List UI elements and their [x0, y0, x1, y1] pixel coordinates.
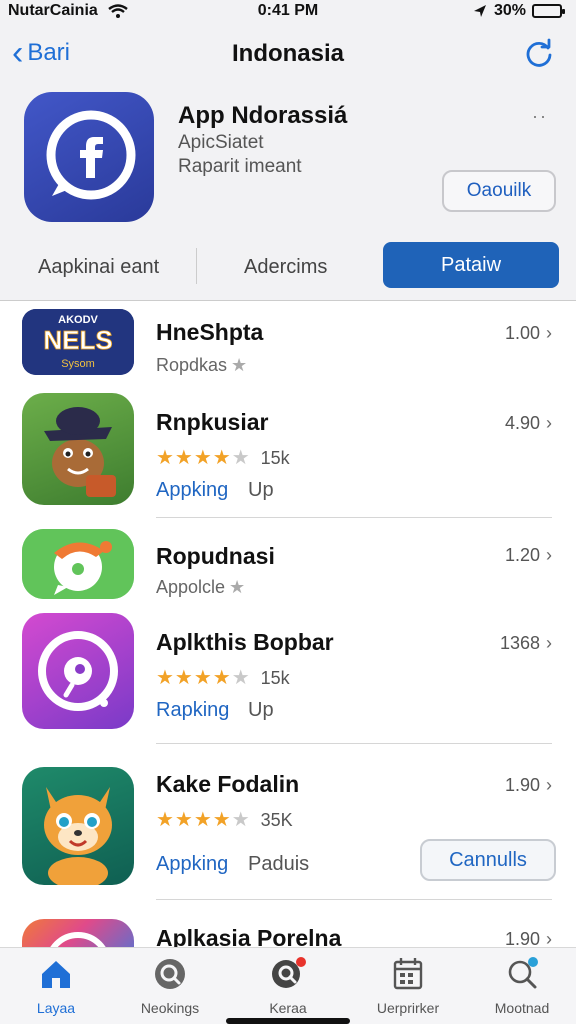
fox-game-icon	[22, 767, 134, 885]
star-empty-icon: ★	[231, 447, 251, 469]
chevron-right-icon: ›	[546, 775, 552, 795]
open-button[interactable]: Oaouilk	[442, 170, 556, 212]
star-icon: ★★★★	[156, 809, 232, 831]
app-list: AKODV NELS Sysom HneShpta Ropdkas ★ 1.00 ›…	[0, 301, 576, 947]
icon-text-main: NELS	[43, 325, 112, 355]
icon-text-bottom: Sysom	[61, 358, 95, 370]
list-item[interactable]: Rnpkusiar ★★★★★ 15k Appking Up 4.90 ›	[0, 389, 576, 519]
tab-home[interactable]: Layaa	[6, 954, 106, 1020]
app-version: 4.90 ›	[504, 413, 552, 433]
tab-rankings[interactable]: Neokings	[120, 954, 220, 1020]
location-icon	[473, 5, 486, 17]
app-header: App Ndorassiá ApicSiatet Raparit imeant …	[0, 86, 576, 300]
segment-details[interactable]: Aapkinai eant	[38, 256, 159, 279]
star-icon: ★	[229, 577, 246, 597]
navigation-bar: ‹ Bari Indonasia	[0, 22, 576, 86]
tab-bar: Layaa Neokings Keraa Uerprirker Mootnad	[0, 947, 576, 1024]
row-divider	[156, 517, 552, 518]
carrier-name: NutarCainia	[8, 2, 98, 19]
chevron-right-icon: ›	[546, 929, 552, 947]
battery-percent: 30%	[493, 2, 526, 19]
app-name: Ropudnasi	[156, 543, 275, 569]
app-version: 1.90 ›	[504, 929, 552, 947]
tab-more[interactable]: Mootnad	[472, 954, 572, 1020]
rating-stars: ★★★★★ 15k	[156, 667, 290, 689]
action-secondary[interactable]: Up	[248, 699, 274, 722]
segment-reviews[interactable]: Adercims	[244, 256, 327, 279]
more-options-icon[interactable]: ··	[532, 106, 548, 127]
list-item[interactable]: Ropudnasi Appolcle ★ 1.20 ›	[0, 525, 576, 605]
star-empty-icon: ★	[231, 809, 251, 831]
chevron-left-icon: ‹	[12, 34, 24, 72]
star-icon: ★★★★	[156, 447, 232, 469]
magnifier-icon	[508, 957, 538, 989]
row-divider	[156, 743, 552, 744]
segment-related[interactable]: Pataiw	[383, 242, 559, 288]
page-title: Indonasia	[231, 40, 345, 67]
news-app-icon: AKODV NELS Sysom	[22, 309, 134, 375]
app-name: Aplkasia Porelna	[156, 925, 342, 947]
browser-app-icon	[22, 919, 134, 947]
star-icon: ★	[231, 355, 248, 375]
app-version: 1368 ›	[499, 633, 552, 653]
tab-updates[interactable]: Uerprirker	[358, 954, 458, 1020]
search-app-icon	[155, 959, 185, 989]
chevron-right-icon: ›	[546, 633, 552, 653]
app-subtitle: Appolcle ★	[156, 577, 246, 597]
action-link[interactable]: Appking	[156, 853, 228, 876]
action-link[interactable]: Rapking	[156, 699, 229, 722]
calendar-icon	[393, 958, 423, 990]
tab-label: Neokings	[140, 1000, 200, 1016]
chevron-right-icon: ›	[546, 323, 552, 343]
tab-label: Layaa	[36, 1000, 76, 1016]
app-name: Rnpkusiar	[156, 409, 269, 435]
app-name: HneShpta	[156, 319, 264, 345]
home-indicator	[226, 1018, 350, 1024]
home-icon	[42, 961, 70, 988]
back-label: Bari	[27, 39, 71, 66]
segmented-control: Aapkinai eant Adercims Pataiw	[0, 242, 576, 292]
list-item[interactable]: Aplkasia Porelna 1.90 ›	[0, 911, 576, 947]
app-subtitle: Ropdkas ★	[156, 355, 248, 375]
list-item[interactable]: Kake Fodalin ★★★★★ 35K Appking Paduis Can…	[0, 753, 576, 903]
app-version: 1.90 ›	[504, 775, 552, 795]
wifi-icon	[108, 4, 128, 18]
app-name: Kake Fodalin	[156, 771, 300, 797]
tab-label: Mootnad	[494, 1000, 550, 1016]
search-badge-icon	[272, 957, 306, 988]
chat-app-icon	[22, 529, 134, 599]
battery-icon	[532, 4, 565, 18]
action-link[interactable]: Appking	[156, 479, 228, 502]
chevron-right-icon: ›	[546, 413, 552, 433]
status-bar: NutarCainia 0:41 PM 30%	[0, 0, 576, 22]
app-name: Aplkthis Bopbar	[156, 629, 334, 655]
refresh-icon[interactable]	[524, 38, 554, 68]
action-secondary[interactable]: Up	[248, 479, 274, 502]
facebook-chat-icon	[46, 110, 136, 200]
chevron-right-icon: ›	[546, 545, 552, 565]
action-secondary[interactable]: Paduis	[248, 853, 309, 876]
app-version: 1.20 ›	[504, 545, 552, 565]
cat-game-icon	[22, 393, 134, 505]
camera-app-icon	[22, 613, 134, 729]
cancel-button[interactable]: Cannulls	[420, 839, 556, 881]
list-item[interactable]: AKODV NELS Sysom HneShpta Ropdkas ★ 1.00 ›	[0, 301, 576, 385]
app-name: App Ndorassiá	[178, 102, 348, 129]
tab-search[interactable]: Keraa	[238, 954, 338, 1020]
list-item[interactable]: Aplkthis Bopbar ★★★★★ 15k Rapking Up 1368…	[0, 611, 576, 745]
star-icon: ★★★★	[156, 667, 232, 689]
tab-label: Uerprirker	[376, 1000, 440, 1016]
app-icon	[24, 92, 154, 222]
app-developer: ApicSiatet	[178, 132, 264, 153]
app-version: 1.00 ›	[504, 323, 552, 343]
star-empty-icon: ★	[231, 667, 251, 689]
back-button[interactable]: ‹ Bari	[12, 36, 70, 70]
tab-label: Keraa	[269, 1000, 307, 1016]
row-divider	[156, 899, 552, 900]
app-category: Raparit imeant	[178, 156, 302, 177]
rating-stars: ★★★★★ 35K	[156, 809, 293, 831]
rating-stars: ★★★★★ 15k	[156, 447, 290, 469]
segment-divider	[196, 248, 197, 284]
